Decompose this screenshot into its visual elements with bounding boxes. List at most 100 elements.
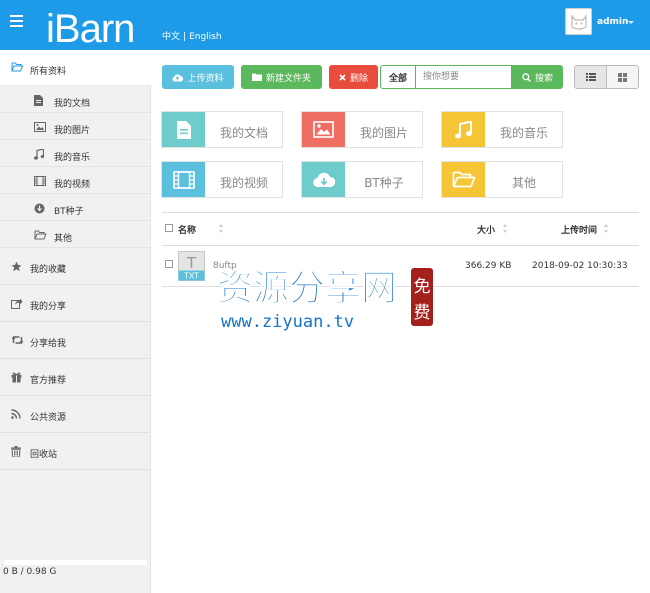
grid-icon	[618, 72, 627, 82]
default-avatar-icon	[570, 13, 587, 30]
sort-date-icon[interactable]	[604, 224, 609, 233]
category-tile-images[interactable]: 我的图片	[301, 111, 423, 148]
select-all-checkbox[interactable]	[165, 224, 173, 232]
file-size: 366.29 KB	[465, 261, 512, 271]
search-input[interactable]	[416, 65, 512, 89]
sidebar-item-documents[interactable]: 我的文档	[0, 87, 151, 113]
music-icon	[455, 120, 472, 138]
category-icon-box	[302, 112, 345, 147]
column-header-name[interactable]: 名称	[178, 223, 196, 236]
category-icon-box	[162, 112, 205, 147]
sidebar-item-favorites[interactable]: 我的收藏	[0, 248, 151, 285]
category-icon-box	[302, 162, 345, 197]
sidebar-item-label: 所有资料	[30, 67, 67, 77]
lang-en-link[interactable]: English	[189, 32, 222, 42]
category-tile-music[interactable]: 我的音乐	[441, 111, 563, 148]
new-folder-button-label: 新建文件夹	[265, 73, 311, 84]
sidebar-item-images[interactable]: 我的图片	[0, 114, 151, 140]
folder-icon	[251, 73, 262, 81]
star-icon	[11, 261, 22, 272]
trash-icon	[11, 446, 21, 457]
sidebar-item-label: 我的图片	[54, 126, 91, 136]
sidebar-item-music[interactable]: 我的音乐	[0, 141, 151, 167]
category-icon-box	[442, 112, 485, 147]
gift-icon	[11, 372, 22, 383]
search-icon	[522, 72, 531, 82]
sort-name-icon[interactable]	[219, 224, 224, 233]
column-header-size[interactable]: 大小	[477, 223, 495, 236]
folder-open-icon	[452, 171, 475, 188]
svg-text:iBarn: iBarn	[46, 7, 134, 46]
lang-zh-link[interactable]: 中文	[162, 32, 180, 42]
user-name[interactable]: admin	[597, 17, 628, 27]
sidebar-item-other[interactable]: 其他	[0, 222, 151, 248]
folder-open-icon	[34, 230, 47, 240]
category-label: 我的图片	[359, 126, 408, 140]
column-header-date[interactable]: 上传时间	[561, 223, 597, 236]
delete-button[interactable]: 删除	[329, 65, 378, 89]
list-view-button[interactable]	[575, 66, 606, 88]
rss-icon	[11, 409, 21, 419]
search-scope-dropdown[interactable]: 全部	[380, 65, 416, 89]
sidebar-item-bt[interactable]: BT种子	[0, 195, 151, 221]
watermark-stamp-char: 免	[414, 277, 431, 297]
retweet-icon	[11, 336, 24, 344]
film-icon	[172, 170, 195, 189]
user-menu-caret-icon[interactable]	[628, 21, 634, 24]
document-icon	[34, 95, 43, 106]
top-bar: iBarn 中文 | English admin	[0, 0, 650, 50]
row-checkbox[interactable]	[165, 260, 173, 268]
ibarn-logo[interactable]: iBarn	[46, 4, 136, 46]
svg-text:TXT: TXT	[183, 272, 199, 281]
category-tile-bt[interactable]: BT种子	[301, 161, 423, 198]
language-switch: 中文 | English	[162, 29, 222, 42]
category-icon-box	[442, 162, 485, 197]
category-label: 我的音乐	[499, 126, 548, 140]
folder-open-icon	[11, 62, 23, 72]
avatar[interactable]	[565, 8, 592, 35]
grid-view-button[interactable]	[606, 66, 638, 88]
sidebar-item-all-files[interactable]: 所有资料	[0, 50, 151, 86]
sidebar-item-label: 回收站	[30, 450, 58, 460]
image-icon	[34, 122, 46, 132]
category-tile-videos[interactable]: 我的视频	[161, 161, 283, 198]
document-icon	[176, 120, 191, 139]
sidebar-item-trash[interactable]: 回收站	[0, 433, 151, 470]
music-icon	[34, 149, 44, 160]
sidebar-item-recommended[interactable]: 官方推荐	[0, 359, 151, 396]
hamburger-menu-icon[interactable]	[10, 15, 23, 27]
category-tile-other[interactable]: 其他	[441, 161, 563, 198]
view-toggle	[574, 65, 639, 89]
category-icon-box	[162, 162, 205, 197]
txt-file-icon: T TXT	[178, 251, 205, 281]
share-icon	[11, 298, 23, 309]
sidebar-item-my-shares[interactable]: 我的分享	[0, 285, 151, 322]
sidebar-item-label: BT种子	[54, 207, 84, 217]
sidebar-item-label: 分享给我	[30, 339, 67, 349]
watermark-stamp-char: 费	[414, 303, 431, 323]
category-label: 我的视频	[219, 176, 268, 190]
watermark-title: 资源分享网	[217, 268, 397, 309]
category-tile-documents[interactable]: 我的文档	[161, 111, 283, 148]
video-icon	[34, 176, 46, 186]
table-top-border	[162, 212, 639, 213]
cloud-download-icon	[312, 172, 335, 187]
sidebar-item-label: 公共资源	[30, 413, 67, 423]
search-button[interactable]: 搜索	[512, 65, 563, 89]
svg-text:T: T	[186, 254, 197, 272]
cloud-upload-icon	[173, 73, 184, 81]
sidebar-item-videos[interactable]: 我的视频	[0, 168, 151, 194]
sidebar-item-shared-with-me[interactable]: 分享给我	[0, 322, 151, 359]
watermark-url: www.ziyuan.tv	[221, 312, 354, 332]
sort-size-icon[interactable]	[503, 224, 508, 233]
new-folder-button[interactable]: 新建文件夹	[241, 65, 322, 89]
sidebar-item-label: 我的文档	[54, 99, 91, 109]
upload-button[interactable]: 上传资料	[162, 65, 234, 89]
sidebar-item-label: 我的收藏	[30, 265, 67, 275]
list-icon	[585, 73, 596, 81]
sidebar-item-public[interactable]: 公共资源	[0, 396, 151, 433]
upload-button-label: 上传资料	[187, 73, 224, 84]
category-label: 我的文档	[219, 126, 268, 140]
lang-separator: |	[183, 32, 187, 42]
search-button-label: 搜索	[534, 73, 553, 84]
